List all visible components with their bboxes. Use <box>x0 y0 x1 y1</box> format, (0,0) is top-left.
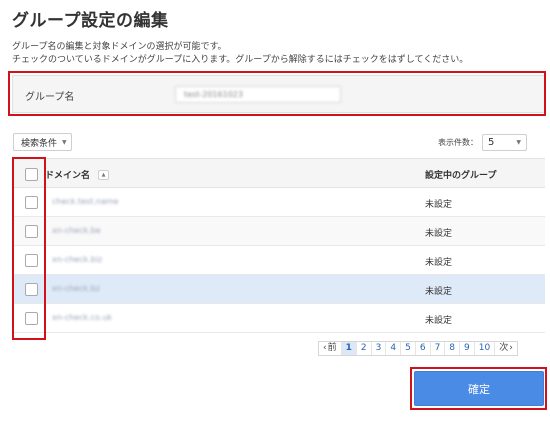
pagination-page-7[interactable]: 7 <box>431 342 446 355</box>
pagination-page-1[interactable]: 1 <box>341 342 357 355</box>
per-page-label: 表示件数： <box>438 138 478 147</box>
domain-cell: check.test.name <box>52 197 119 206</box>
row-checkbox[interactable] <box>25 225 38 238</box>
search-condition-label: 検索条件 <box>21 138 58 149</box>
select-all-checkbox[interactable] <box>25 168 38 181</box>
pagination-prev-label: 前 <box>327 343 337 353</box>
per-page-control: 表示件数： 5 ▼ <box>438 134 527 151</box>
row-checkbox[interactable] <box>25 254 38 267</box>
pagination: ‹前 1 2 3 4 5 6 7 8 9 10 次› <box>318 341 518 356</box>
sort-icon[interactable]: ▲ <box>98 169 110 180</box>
group-cell: 未設定 <box>425 258 453 268</box>
row-checkbox[interactable] <box>25 283 38 296</box>
table-row[interactable]: xn-check.co.uk 未設定 <box>12 304 545 333</box>
per-page-select[interactable]: 5 ▼ <box>482 134 527 151</box>
pagination-page-5[interactable]: 5 <box>401 342 416 355</box>
domain-table: ドメイン名 ▲ 設定中のグループ check.test.name 未設定 xn-… <box>12 158 545 333</box>
pagination-prev[interactable]: ‹前 <box>319 342 342 355</box>
table-row[interactable]: check.test.name 未設定 <box>12 188 545 217</box>
pagination-next[interactable]: 次› <box>495 342 517 355</box>
group-cell: 未設定 <box>425 200 453 210</box>
column-header-domain-label: ドメイン名 <box>45 171 91 181</box>
column-header-domain[interactable]: ドメイン名 ▲ <box>45 168 110 181</box>
group-cell: 未設定 <box>425 229 453 239</box>
group-cell: 未設定 <box>425 287 453 297</box>
table-header: ドメイン名 ▲ 設定中のグループ <box>12 158 545 188</box>
domain-cell: xn-check.be <box>52 226 101 235</box>
domain-cell: xn-check.co.uk <box>52 313 113 322</box>
pagination-page-6[interactable]: 6 <box>416 342 431 355</box>
group-name-input[interactable] <box>175 86 341 103</box>
group-name-label: グループ名 <box>25 92 75 103</box>
search-condition-button[interactable]: 検索条件 ▼ <box>13 133 72 151</box>
per-page-value: 5 <box>488 137 495 148</box>
pagination-page-3[interactable]: 3 <box>372 342 387 355</box>
pagination-page-2[interactable]: 2 <box>357 342 372 355</box>
page-title: グループ設定の編集 <box>12 11 169 31</box>
chevron-down-icon: ▼ <box>516 139 521 146</box>
pagination-next-label: 次 <box>499 343 509 353</box>
description-line-2: チェックのついているドメインがグループに入ります。グループから解除するにはチェッ… <box>12 55 469 65</box>
group-name-section: グループ名 <box>12 75 545 113</box>
table-row[interactable]: xn-check.be 未設定 <box>12 217 545 246</box>
row-checkbox[interactable] <box>25 312 38 325</box>
table-row[interactable]: xn-check.bz 未設定 <box>12 275 545 304</box>
column-header-group: 設定中のグループ <box>425 171 497 181</box>
pagination-page-10[interactable]: 10 <box>475 342 496 355</box>
pagination-page-4[interactable]: 4 <box>386 342 402 355</box>
domain-cell: xn-check.biz <box>52 255 103 264</box>
description-line-1: グループ名の編集と対象ドメインの選択が可能です。 <box>12 42 227 52</box>
table-row[interactable]: xn-check.biz 未設定 <box>12 246 545 275</box>
pagination-page-8[interactable]: 8 <box>445 342 461 355</box>
group-cell: 未設定 <box>425 316 453 326</box>
domain-cell: xn-check.bz <box>52 284 100 293</box>
confirm-button[interactable]: 確定 <box>414 371 544 406</box>
row-checkbox[interactable] <box>25 196 38 209</box>
pagination-page-9[interactable]: 9 <box>460 342 475 355</box>
chevron-down-icon: ▼ <box>62 138 67 146</box>
